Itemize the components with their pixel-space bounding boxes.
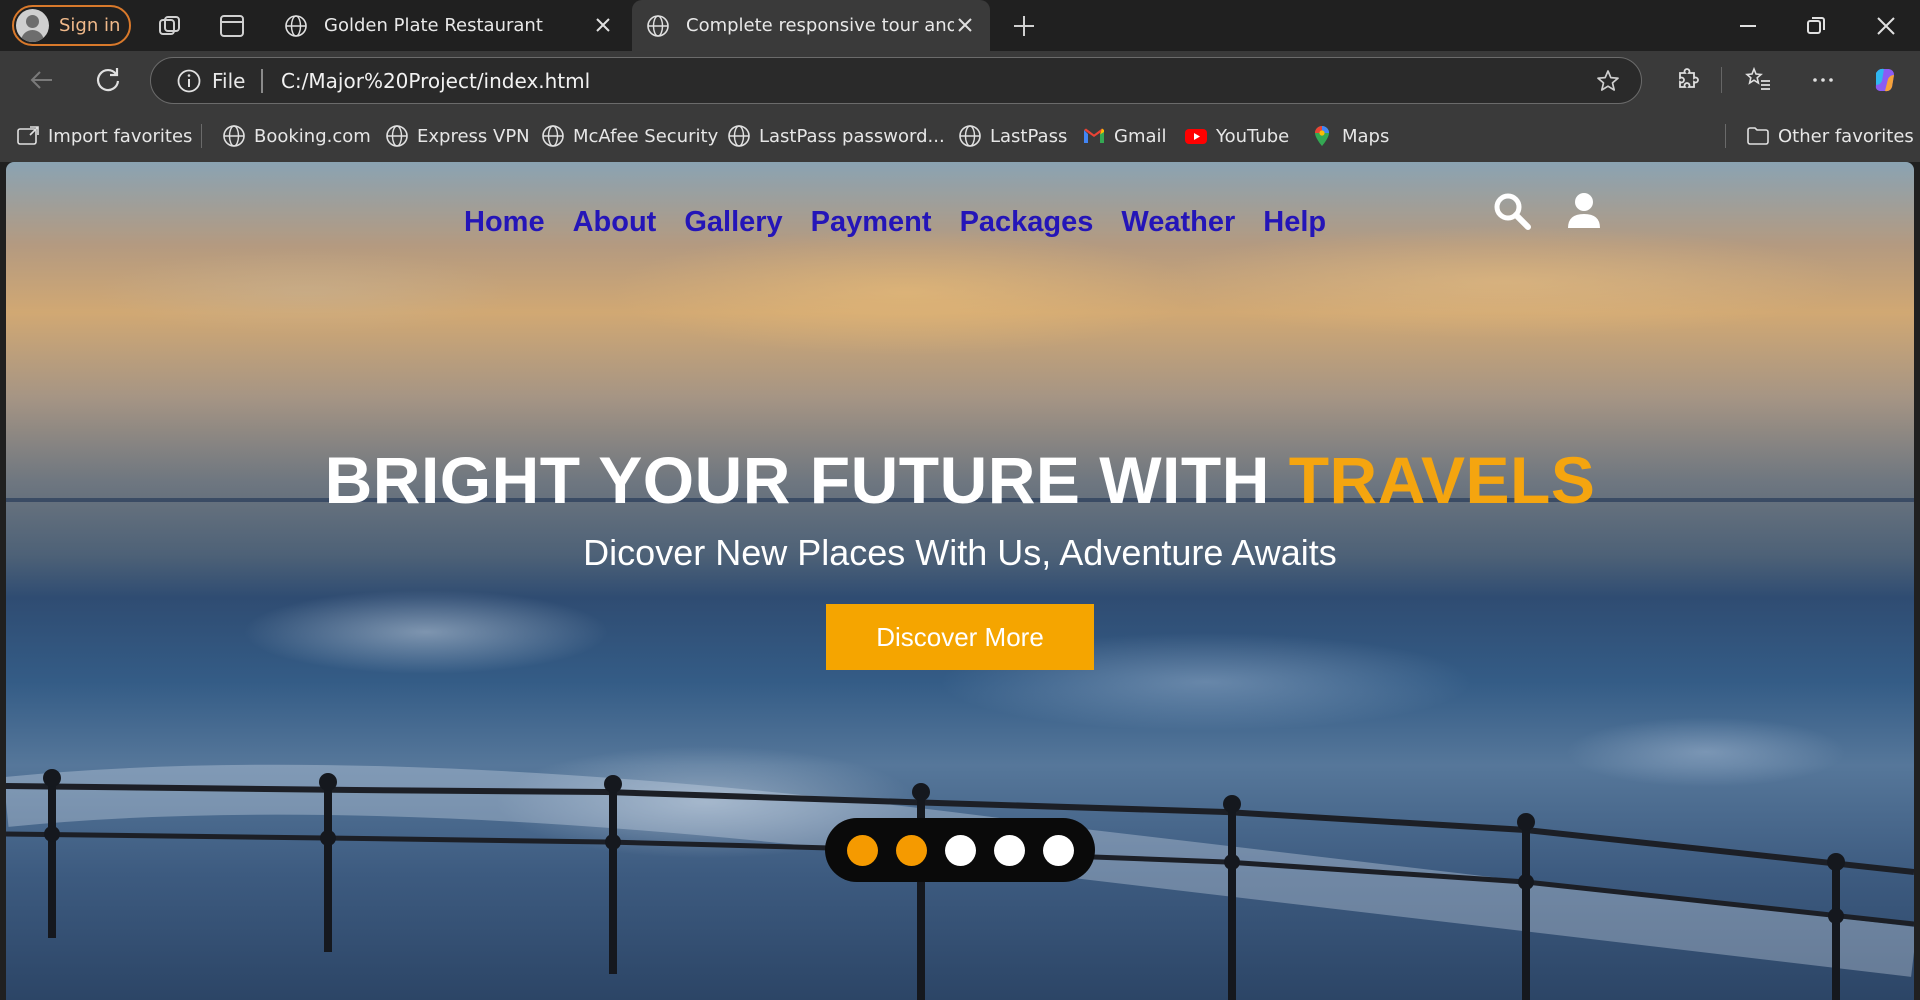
scheme-label: File [212, 68, 246, 93]
import-icon [17, 126, 39, 145]
fav-youtube[interactable]: YouTube [1184, 123, 1289, 149]
hero-subtitle: Dicover New Places With Us, Adventure Aw… [583, 532, 1337, 573]
close-tab-icon[interactable] [592, 14, 614, 36]
slider-dot-3[interactable] [944, 834, 976, 866]
tab-actions-icon[interactable] [218, 12, 246, 40]
globe-icon [647, 14, 669, 37]
hero-title-main: BRIGHT YOUR FUTURE WITH [324, 443, 1289, 517]
avatar-icon [16, 9, 49, 42]
youtube-icon [1185, 129, 1207, 144]
fav-label: Import favorites [48, 125, 193, 147]
close-tab-icon[interactable] [954, 14, 976, 36]
divider [1725, 124, 1726, 148]
maps-icon [1315, 126, 1329, 146]
fav-lastpass-password[interactable]: LastPass password... [727, 123, 945, 149]
minimize-icon[interactable] [1734, 12, 1762, 40]
site-navigation: Home About Gallery Payment Packages Weat… [464, 206, 1326, 239]
slider-dot-1[interactable] [846, 834, 878, 866]
nav-link-packages[interactable]: Packages [960, 206, 1094, 239]
fav-express-vpn[interactable]: Express VPN [385, 123, 530, 149]
fav-label: LastPass password... [759, 125, 945, 147]
fav-maps[interactable]: Maps [1310, 123, 1389, 149]
folder-icon [1747, 127, 1769, 145]
copilot-icon[interactable] [1870, 65, 1900, 95]
user-icon[interactable] [1563, 190, 1605, 232]
extensions-icon[interactable] [1672, 65, 1702, 95]
fav-label: McAfee Security [573, 125, 719, 147]
fav-mcafee[interactable]: McAfee Security [541, 123, 718, 149]
tab-title: Golden Plate Restaurant [324, 15, 543, 36]
hero-title: BRIGHT YOUR FUTURE WITH TRAVELS [6, 442, 1914, 518]
tab-title: Complete responsive tour and tra [686, 15, 954, 36]
workspaces-icon[interactable] [156, 12, 184, 40]
favorite-star-icon[interactable] [1595, 68, 1621, 94]
url-text[interactable]: C:/Major%20Project/index.html [281, 69, 590, 93]
more-icon[interactable] [1808, 65, 1838, 95]
tab-golden-plate[interactable]: Golden Plate Restaurant [270, 0, 628, 51]
fav-label: Gmail [1114, 125, 1167, 147]
site-header-icons [1491, 190, 1605, 232]
refresh-icon[interactable] [93, 65, 123, 95]
fav-label: Express VPN [417, 125, 530, 147]
divider [1721, 67, 1722, 93]
address-bar-row: File C:/Major%20Project/index.html [0, 51, 1920, 110]
other-favorites[interactable]: Other favorites [1746, 123, 1914, 149]
slider-dot-2[interactable] [895, 834, 927, 866]
slider-dot-5[interactable] [1042, 834, 1074, 866]
globe-icon [542, 125, 564, 147]
restore-icon[interactable] [1802, 12, 1830, 40]
sign-in-button[interactable]: Sign in [12, 5, 131, 46]
globe-icon [223, 125, 245, 147]
address-bar[interactable]: File C:/Major%20Project/index.html [150, 57, 1642, 104]
pier-railing-image [6, 764, 1914, 1000]
info-icon[interactable] [176, 68, 202, 94]
tab-strip: Sign in Golden Plate Restaurant Complete… [0, 0, 1920, 51]
nav-link-gallery[interactable]: Gallery [684, 206, 782, 239]
fav-label: Maps [1342, 125, 1390, 147]
new-tab-icon[interactable] [1010, 12, 1038, 40]
divider [201, 124, 202, 148]
nav-link-payment[interactable]: Payment [811, 206, 932, 239]
globe-icon [959, 125, 981, 147]
favorites-icon[interactable] [1743, 65, 1773, 95]
discover-more-button[interactable]: Discover More [826, 604, 1094, 670]
globe-icon [386, 125, 408, 147]
back-icon[interactable] [27, 65, 57, 95]
search-icon[interactable] [1491, 190, 1533, 232]
nav-link-about[interactable]: About [573, 206, 657, 239]
nav-link-help[interactable]: Help [1263, 206, 1326, 239]
gmail-icon [1084, 128, 1104, 143]
divider [261, 68, 263, 93]
fav-label: YouTube [1216, 125, 1290, 147]
tab-tour-travel[interactable]: Complete responsive tour and tra [632, 0, 990, 51]
globe-icon [285, 14, 307, 37]
fav-lastpass[interactable]: LastPass [958, 123, 1067, 149]
browser-chrome: Sign in Golden Plate Restaurant Complete… [0, 0, 1920, 162]
favorites-bar: Import favorites Booking.com Express VPN… [0, 110, 1920, 162]
slider-controls [825, 818, 1095, 882]
hero-title-accent: TRAVELS [1288, 443, 1596, 517]
slider-dot-4[interactable] [993, 834, 1025, 866]
other-favorites-label: Other favorites [1778, 125, 1914, 147]
close-window-icon[interactable] [1872, 12, 1900, 40]
nav-link-home[interactable]: Home [464, 206, 545, 239]
fav-import-favorites[interactable]: Import favorites [16, 123, 192, 149]
page-viewport: Home About Gallery Payment Packages Weat… [6, 162, 1914, 1000]
sign-in-label: Sign in [59, 15, 121, 36]
globe-icon [728, 125, 750, 147]
fav-booking[interactable]: Booking.com [222, 123, 371, 149]
fav-gmail[interactable]: Gmail [1082, 123, 1167, 149]
fav-label: LastPass [990, 125, 1068, 147]
fav-label: Booking.com [254, 125, 371, 147]
nav-link-weather[interactable]: Weather [1121, 206, 1235, 239]
